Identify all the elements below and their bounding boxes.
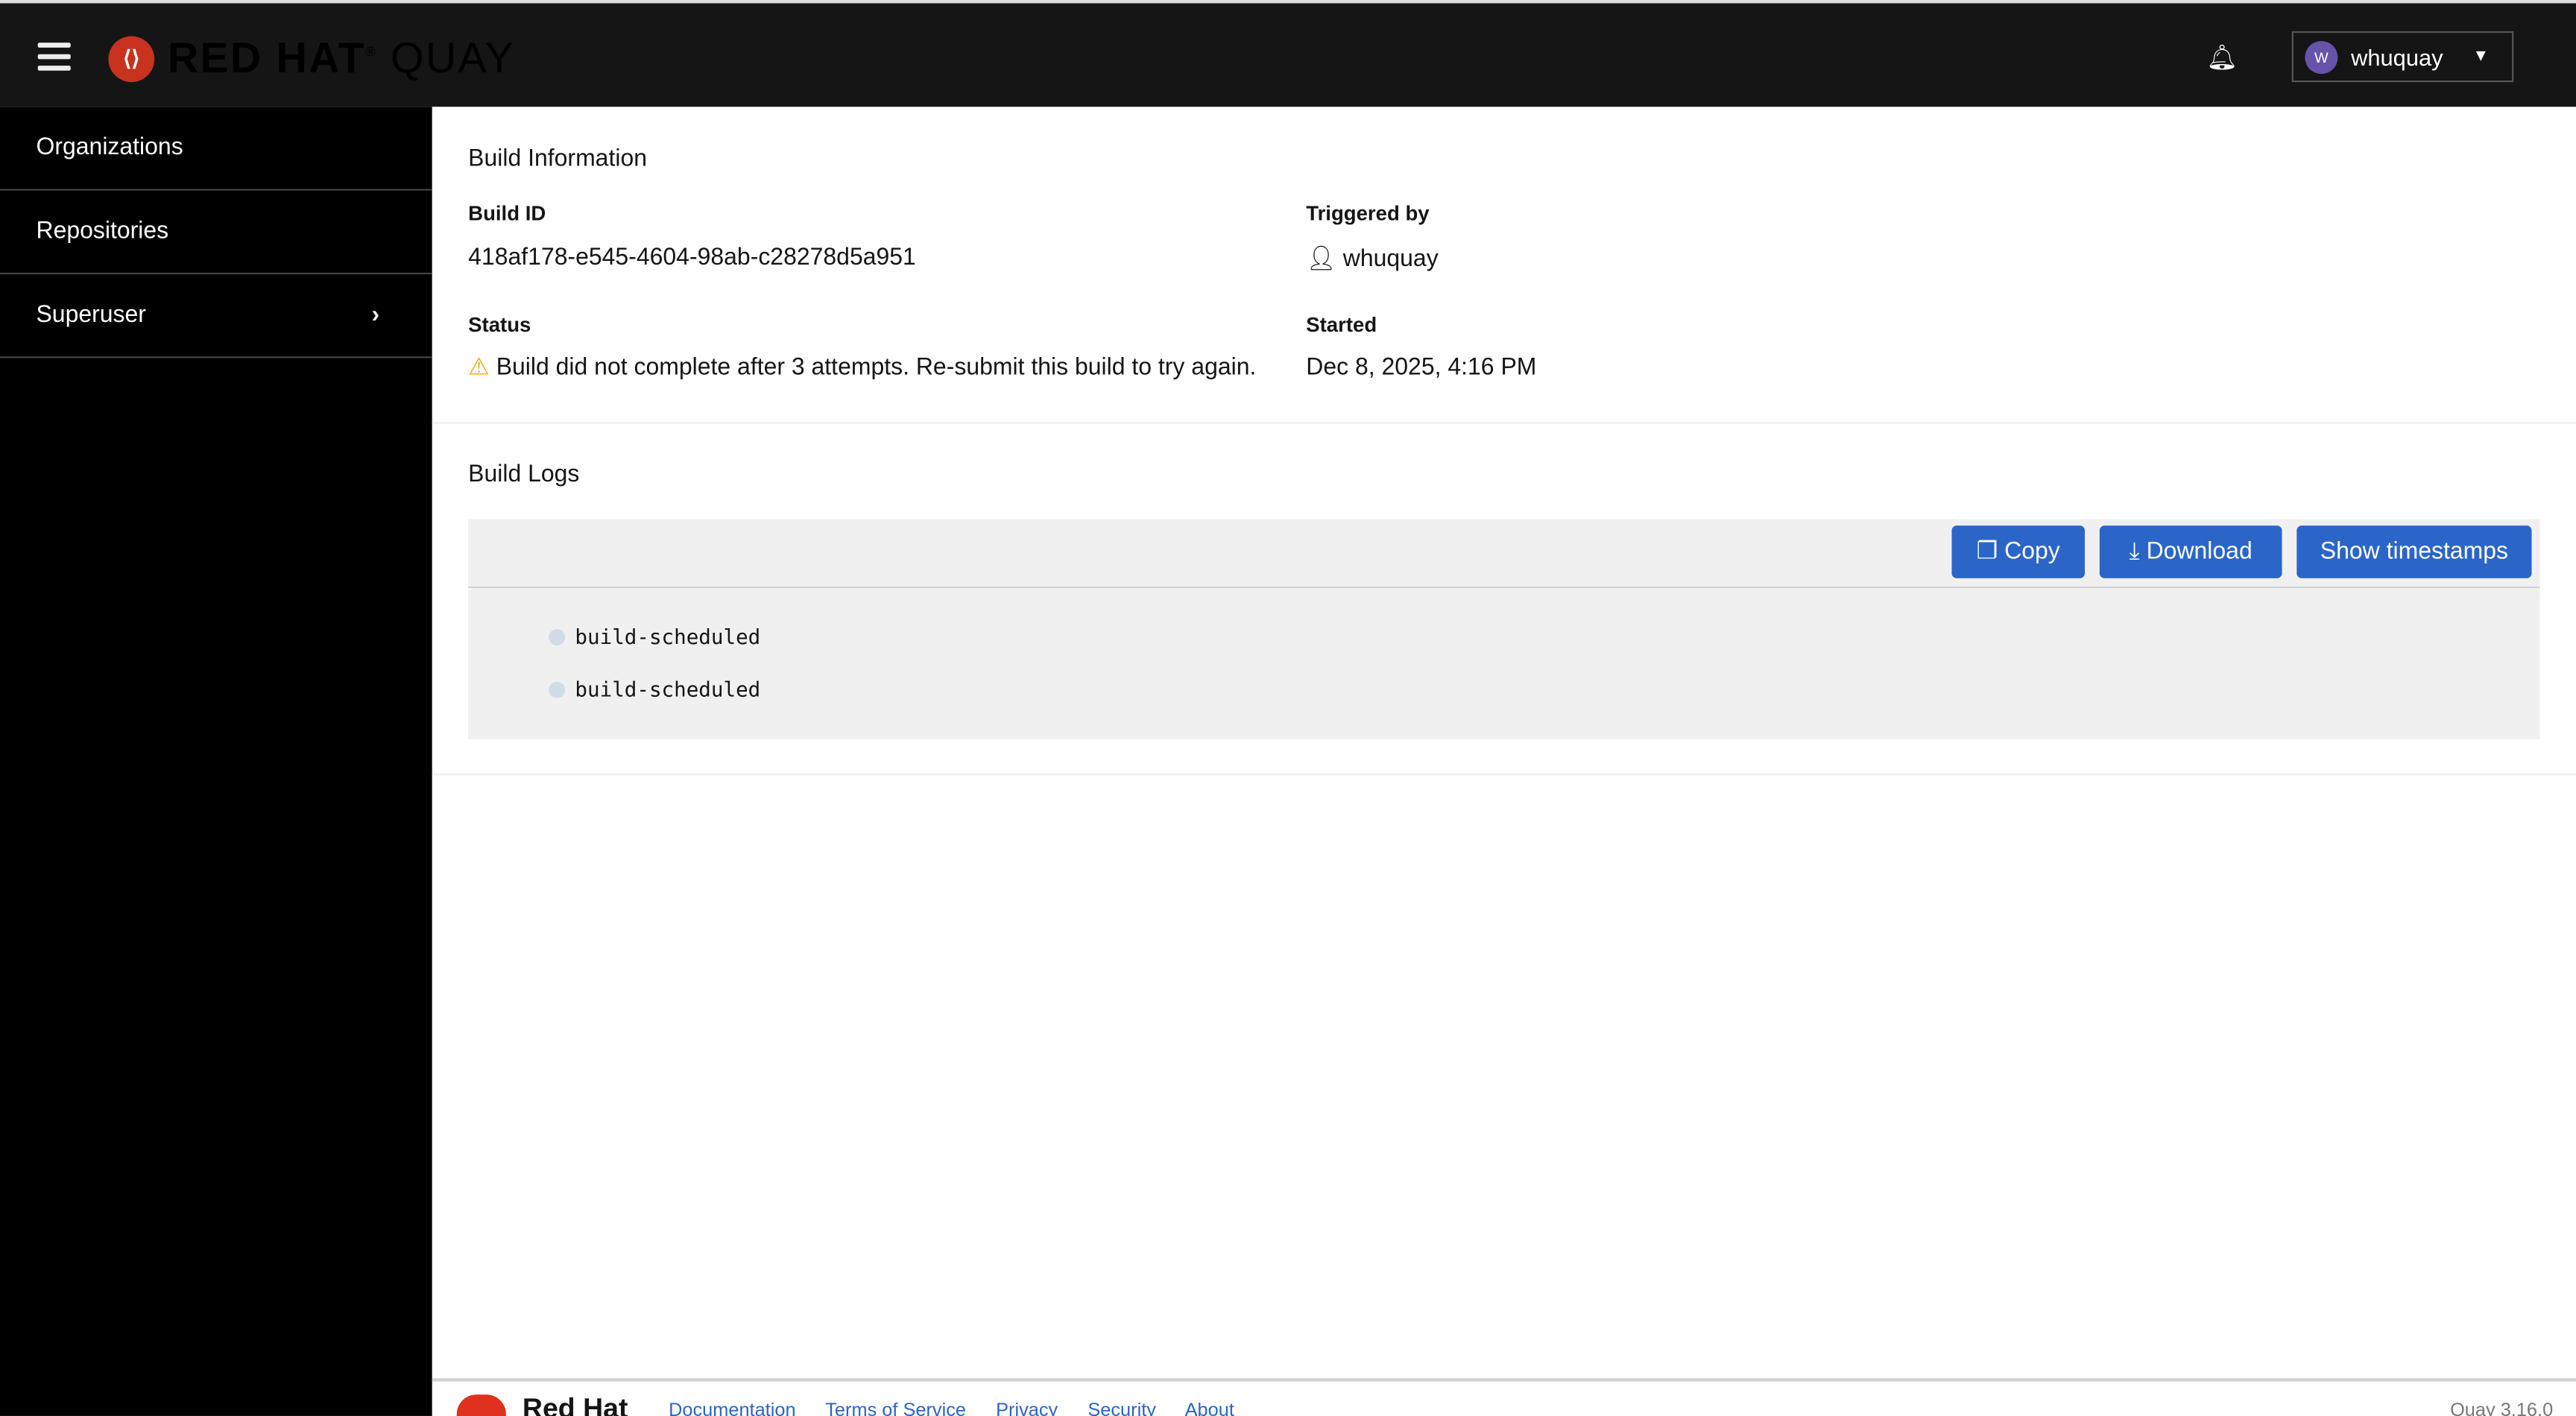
log-text: build-scheduled xyxy=(575,624,761,649)
divider xyxy=(432,774,2576,776)
build-id-value: 418af178-e545-4604-98ab-c28278d5a951 xyxy=(468,244,916,271)
status-label: Status xyxy=(468,313,531,337)
logo-bold: RED HAT xyxy=(167,33,366,83)
triggered-by-user: whuquay xyxy=(1342,246,1439,273)
sidebar-item-superuser[interactable]: Superuser › xyxy=(0,274,432,358)
copy-label: Copy xyxy=(2004,538,2060,566)
log-line: build-scheduled xyxy=(549,625,760,649)
log-dot-icon xyxy=(549,680,566,698)
triggered-by-label: Triggered by xyxy=(1306,202,1430,225)
download-button[interactable]: ⤓ Download xyxy=(2099,525,2282,578)
chevron-right-icon: › xyxy=(371,302,380,329)
started-label: Started xyxy=(1306,313,1377,337)
sidebar-item-organizations[interactable]: Organizations xyxy=(0,107,432,191)
nav-label: Organizations xyxy=(36,134,183,162)
main-content: Build Information Build ID 418af178-e545… xyxy=(432,107,2576,1416)
footer-link-security[interactable]: Security xyxy=(1087,1401,1156,1416)
download-icon: ⤓ xyxy=(2129,538,2140,566)
footer-link-about[interactable]: About xyxy=(1185,1401,1234,1416)
status-value: ⚠ Build did not complete after 3 attempt… xyxy=(468,355,1256,381)
build-id-label: Build ID xyxy=(468,202,546,225)
build-logs-title: Build Logs xyxy=(468,461,580,488)
caret-down-icon: ▼ xyxy=(2472,47,2490,66)
footer-link-privacy[interactable]: Privacy xyxy=(996,1401,1058,1416)
footer-brand: Red Hat xyxy=(522,1393,628,1416)
copy-icon: ❐ xyxy=(1976,538,1998,566)
quay-logo-icon: ⟨⟩ xyxy=(108,35,155,82)
sidebar-item-repositories[interactable]: Repositories xyxy=(0,191,432,275)
status-text: Build did not complete after 3 attempts.… xyxy=(496,355,1257,382)
started-value: Dec 8, 2025, 4:16 PM xyxy=(1306,355,1537,382)
copy-button[interactable]: ❐ Copy xyxy=(1951,525,2086,578)
sidebar: Organizations Repositories Superuser › xyxy=(0,107,432,1416)
user-menu-dropdown[interactable]: W whuquay ▼ xyxy=(2291,31,2514,83)
logo[interactable]: ⟨⟩ RED HAT® QUAY xyxy=(108,33,515,83)
log-text: build-scheduled xyxy=(575,677,761,702)
avatar: W xyxy=(2305,40,2338,74)
hamburger-menu-icon[interactable] xyxy=(37,42,71,77)
notification-bell-icon[interactable]: 🔔︎ xyxy=(2206,42,2238,72)
redhat-hat-icon xyxy=(456,1394,506,1416)
footer-link-documentation[interactable]: Documentation xyxy=(669,1401,796,1416)
version: Quay 3.16.0 xyxy=(2450,1401,2554,1416)
footer: Red Hat Documentation Terms of Service P… xyxy=(432,1378,2576,1416)
nav-label: Superuser xyxy=(36,302,146,329)
username: whuquay xyxy=(2351,43,2443,70)
triggered-by-value: 👤︎ whuquay xyxy=(1306,244,1439,273)
redhat-logo: Red Hat xyxy=(456,1393,628,1416)
warning-icon: ⚠ xyxy=(468,355,490,382)
nav-label: Repositories xyxy=(36,218,169,245)
build-info-title: Build Information xyxy=(468,146,648,173)
build-logs-panel: ❐ Copy ⤓ Download Show timestamps build-… xyxy=(468,519,2540,739)
log-dot-icon xyxy=(549,628,566,645)
masthead: ⟨⟩ RED HAT® QUAY 🔔︎ W whuquay ▼ xyxy=(0,0,2576,107)
show-timestamps-button[interactable]: Show timestamps xyxy=(2296,525,2532,578)
log-line: build-scheduled xyxy=(549,677,760,701)
logs-toolbar: ❐ Copy ⤓ Download Show timestamps xyxy=(468,519,2540,589)
download-label: Download xyxy=(2146,538,2253,566)
user-icon: 👤︎ xyxy=(1306,246,1336,273)
footer-link-terms[interactable]: Terms of Service xyxy=(825,1401,966,1416)
logo-light: QUAY xyxy=(391,33,516,83)
divider xyxy=(432,422,2576,424)
